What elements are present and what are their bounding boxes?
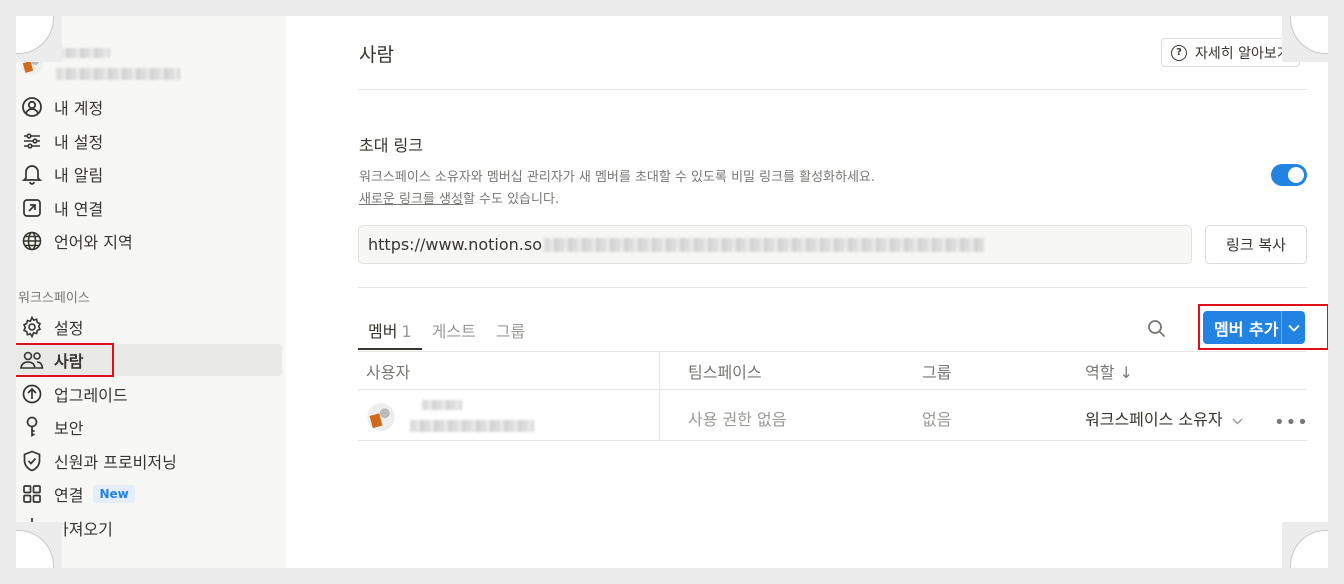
invite-url-text: https://www.notion.so (368, 235, 543, 254)
copy-link-button[interactable]: 링크 복사 (1205, 225, 1307, 264)
teamspace-cell: 사용 권한 없음 (688, 410, 787, 429)
role-select[interactable]: 워크스페이스 소유자 (1085, 406, 1243, 430)
divider (358, 89, 1307, 90)
table-row-divider (358, 440, 1307, 441)
avatar (367, 403, 395, 431)
learn-more-label: 자세히 알아보기 (1195, 45, 1290, 62)
learn-more-button[interactable]: ? 자세히 알아보기 (1161, 38, 1300, 67)
sidebar-item-my-settings[interactable]: 내 설정 (16, 125, 282, 157)
sidebar-item-label: 업그레이드 (54, 386, 128, 405)
search-icon[interactable] (1146, 318, 1168, 340)
sidebar-item-my-connections[interactable]: 내 연결 (16, 192, 282, 224)
bell-icon (20, 162, 44, 186)
page-curl-decoration (16, 16, 62, 62)
new-badge: New (93, 485, 135, 503)
gear-icon (20, 315, 44, 339)
sidebar-item-label: 신원과 프로비저닝 (54, 453, 177, 472)
sidebar-item-security[interactable]: 보안 (16, 411, 282, 443)
column-header-group[interactable]: 그룹 (922, 359, 951, 383)
people-highlight-box (16, 343, 114, 377)
settings-window: 정 내 계정 내 설정 내 알림 (16, 16, 1328, 568)
page-curl-decoration (16, 522, 62, 568)
invite-link-toggle[interactable] (1271, 164, 1307, 186)
sidebar-item-label: 보안 (54, 419, 84, 438)
sidebar: 정 내 계정 내 설정 내 알림 (16, 16, 286, 568)
tab-members[interactable]: 멤버 1 (358, 314, 422, 350)
generate-link[interactable]: 새로운 링크를 생성 (359, 192, 463, 207)
sidebar-item-label: 가져오기 (54, 520, 113, 539)
divider (358, 287, 1307, 288)
member-count: 1 (401, 322, 412, 341)
redacted-user-email (410, 420, 534, 432)
sidebar-item-label: 내 설정 (54, 133, 104, 152)
sidebar-item-my-notifications[interactable]: 내 알림 (16, 158, 282, 190)
shield-icon (20, 449, 44, 473)
add-member-highlight-box (1198, 304, 1328, 350)
column-header-teamspace[interactable]: 팀스페이스 (688, 359, 762, 383)
sidebar-item-label: 내 연결 (54, 200, 104, 219)
more-options-icon[interactable]: ••• (1274, 412, 1309, 433)
chevron-down-icon (1232, 418, 1243, 425)
invite-link-description: 워크스페이스 소유자와 멤버십 관리자가 새 멤버를 초대할 수 있도록 비밀 … (359, 170, 876, 185)
sidebar-item-identity-provisioning[interactable]: 신원과 프로비저닝 (16, 445, 282, 477)
key-icon (20, 415, 44, 439)
sidebar-item-label: 언어와 지역 (54, 233, 133, 252)
sidebar-item-label: 설정 (54, 319, 84, 338)
page-title: 사람 (359, 44, 394, 66)
account-circle-icon (20, 95, 44, 119)
sliders-icon (20, 129, 44, 153)
column-divider (659, 352, 660, 440)
redacted-user-name (422, 400, 462, 410)
sidebar-item-upgrade[interactable]: 업그레이드 (16, 378, 282, 410)
arrow-box-icon (20, 196, 44, 220)
invite-url-field[interactable]: https://www.notion.so (358, 225, 1192, 264)
sidebar-item-connections[interactable]: 연결 New (16, 478, 282, 510)
column-header-role[interactable]: 역할 ↓ (1085, 359, 1133, 383)
page-curl-decoration (1282, 522, 1328, 568)
invite-link-title: 초대 링크 (359, 136, 423, 155)
group-cell: 없음 (922, 410, 952, 429)
table-top-divider (358, 351, 1307, 352)
sidebar-item-label: 내 계정 (54, 99, 104, 118)
tab-guests[interactable]: 게스트 (422, 314, 486, 352)
grid-icon (20, 482, 44, 506)
sidebar-item-my-account[interactable]: 내 계정 (16, 91, 282, 123)
redacted-url (544, 237, 985, 252)
invite-link-generate-text: 새로운 링크를 생성할 수도 있습니다. (359, 188, 559, 207)
tab-groups[interactable]: 그룹 (486, 314, 535, 352)
main-panel: 사람 ? 자세히 알아보기 초대 링크 워크스페이스 소유자와 멤버십 관리자가… (286, 16, 1328, 568)
arrow-up-circle-icon (20, 382, 44, 406)
table-header-divider (358, 389, 1307, 390)
sidebar-section-workspace: 워크스페이스 (18, 291, 90, 306)
tab-label: 멤버 (368, 322, 398, 341)
sidebar-item-language-region[interactable]: 언어와 지역 (16, 225, 282, 257)
role-label: 워크스페이스 소유자 (1085, 410, 1223, 429)
globe-icon (20, 229, 44, 253)
generate-suffix: 할 수도 있습니다. (462, 192, 560, 207)
sidebar-item-label: 연결 (54, 486, 84, 505)
question-icon: ? (1171, 44, 1187, 61)
people-tabs: 멤버 1 게스트 그룹 (358, 314, 535, 352)
sidebar-item-settings[interactable]: 설정 (16, 311, 282, 343)
sidebar-item-label: 내 알림 (54, 166, 104, 185)
column-header-user[interactable]: 사용자 (366, 359, 410, 383)
page-curl-decoration (1282, 16, 1328, 62)
